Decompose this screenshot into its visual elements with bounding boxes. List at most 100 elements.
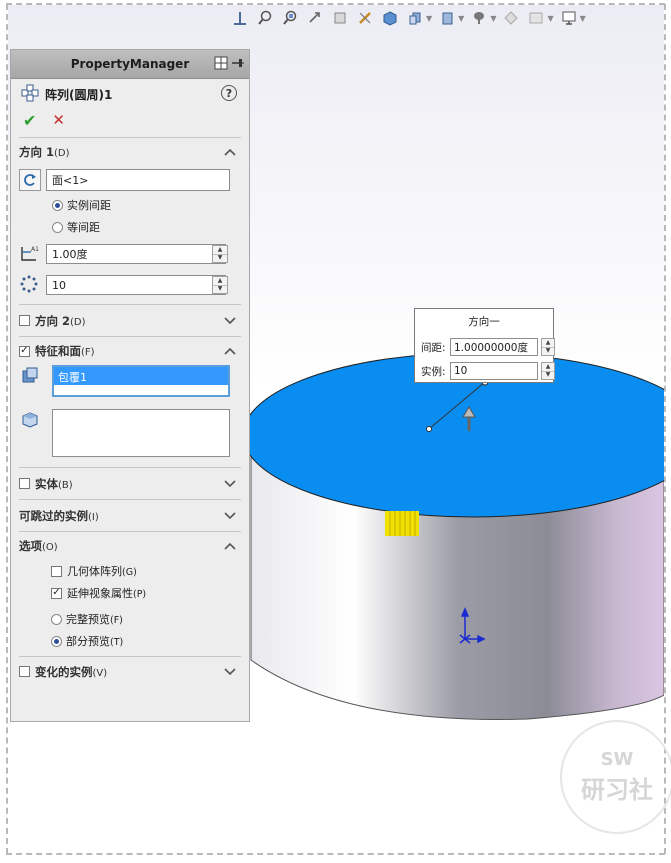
chevron-down-icon[interactable]	[223, 508, 237, 522]
skip-title: 可跳过的实例(I)	[19, 508, 99, 523]
ok-check-icon[interactable]: ✔	[23, 111, 36, 130]
features-header[interactable]: ✓ 特征和面(F)	[19, 337, 241, 365]
dynamic-annotation-icon[interactable]	[355, 8, 375, 28]
varied-header[interactable]: 变化的实例(V)	[19, 657, 241, 686]
features-list[interactable]: 包覆1	[52, 365, 230, 397]
chevron-down-icon[interactable]	[223, 476, 237, 490]
monitor-caret[interactable]: ▼	[580, 14, 586, 23]
chevron-up-icon[interactable]	[223, 145, 237, 159]
skip-header[interactable]: 可跳过的实例(I)	[19, 500, 241, 531]
equal-spacing-radio[interactable]	[52, 221, 63, 233]
hide-show-caret[interactable]: ▼	[458, 14, 464, 23]
varied-title: 变化的实例(V)	[35, 664, 108, 679]
screenshot-frame: ▼ ▼ ▼ ▼ ▼ PropertyManager 阵列(圆周)1 ? ✔ ✕	[0, 0, 671, 863]
panel-split-icon[interactable]	[214, 56, 228, 73]
direction-face-field[interactable]: 面<1>	[46, 169, 230, 191]
torn-edge-left	[6, 4, 8, 854]
monitor-icon[interactable]	[559, 8, 579, 28]
chevron-up-icon[interactable]	[223, 539, 237, 553]
full-preview-radio[interactable]	[51, 613, 62, 625]
instance-spacing-radio[interactable]	[52, 199, 63, 211]
watermark-line2: 研习社	[581, 776, 653, 804]
instance-count-input[interactable]: 10	[46, 275, 226, 295]
bodies-checkbox[interactable]	[19, 478, 30, 489]
callout-spacing-input[interactable]: 1.00000000度	[450, 338, 538, 356]
features-title: 特征和面(F)	[35, 344, 95, 358]
reverse-direction-icon[interactable]	[19, 169, 41, 191]
options-title: 选项(O)	[19, 539, 58, 553]
help-button[interactable]: ?	[221, 85, 237, 101]
direction2-checkbox[interactable]	[19, 315, 30, 326]
chevron-down-icon[interactable]	[223, 664, 237, 678]
partial-preview-option[interactable]: 部分预览(T)	[19, 630, 241, 652]
instance-spacing-option[interactable]: 实例间距	[19, 194, 241, 216]
zoom-area-icon[interactable]	[280, 8, 300, 28]
torn-edge-top	[6, 3, 665, 5]
instance-spacing-label: 实例间距	[67, 199, 111, 212]
chevron-down-icon[interactable]	[223, 313, 237, 327]
panel-header: PropertyManager	[11, 50, 249, 79]
direction1-header[interactable]: 方向 1(D)	[19, 138, 241, 166]
features-faces-icon	[21, 367, 39, 388]
hide-show-icon[interactable]	[437, 8, 457, 28]
bodies-title: 实体(B)	[35, 476, 73, 491]
previous-view-icon[interactable]	[305, 8, 325, 28]
features-list-item[interactable]: 包覆1	[54, 367, 228, 385]
torn-edge-right	[664, 4, 666, 854]
callout-instances-row: 实例: 10 ▲ ▼	[421, 362, 555, 380]
section-view-icon[interactable]	[330, 8, 350, 28]
partial-preview-radio[interactable]	[51, 635, 62, 647]
zoom-to-fit-icon[interactable]	[255, 8, 275, 28]
callout-instances-spinner[interactable]: ▲ ▼	[541, 362, 555, 380]
property-manager-panel: PropertyManager 阵列(圆周)1 ? ✔ ✕ 方向 1(D) 面<…	[10, 49, 250, 722]
view-orient-icon[interactable]	[230, 8, 250, 28]
watermark-line1: SW	[600, 749, 634, 770]
apply-scene-icon[interactable]	[501, 8, 521, 28]
geometry-pattern-label: 几何体阵列(G)	[67, 565, 137, 578]
display-style-icon[interactable]	[405, 8, 425, 28]
feature-title-row: 阵列(圆周)1 ?	[11, 79, 249, 109]
circular-pattern-icon	[21, 84, 39, 105]
edit-appearance-icon[interactable]	[469, 8, 489, 28]
callout-spacing-spinner[interactable]: ▲ ▼	[541, 338, 555, 356]
angle-spinner[interactable]: ▲ ▼	[212, 245, 228, 263]
angle-icon: A1	[19, 243, 39, 266]
direction1-face-row: 面<1>	[19, 166, 241, 194]
pin-icon[interactable]	[231, 56, 245, 73]
torn-edge-bottom	[6, 853, 665, 855]
chevron-up-icon[interactable]	[223, 344, 237, 358]
feature-title: 阵列(圆周)1	[45, 87, 113, 102]
faces-list-row	[19, 409, 241, 467]
geometry-pattern-option[interactable]: 几何体阵列(G)	[19, 560, 241, 582]
equal-spacing-option[interactable]: 等间距	[19, 216, 241, 238]
propagate-visual-checkbox[interactable]: ✓	[51, 587, 62, 599]
direction1-title: 方向 1(D)	[19, 145, 70, 159]
appearance-caret[interactable]: ▼	[490, 14, 496, 23]
count-row: 10 ▲ ▼	[19, 270, 241, 300]
view-orientation-cube-icon[interactable]	[380, 8, 400, 28]
skip-section: 可跳过的实例(I)	[19, 499, 241, 531]
features-checkbox[interactable]: ✓	[19, 345, 30, 357]
view-settings-icon[interactable]	[526, 8, 546, 28]
varied-checkbox[interactable]	[19, 666, 30, 677]
bodies-header[interactable]: 实体(B)	[19, 468, 241, 499]
full-preview-option[interactable]: 完整预览(F)	[19, 608, 241, 630]
angle-input[interactable]: 1.00度	[46, 244, 226, 264]
count-spinner[interactable]: ▲ ▼	[212, 276, 228, 294]
equal-spacing-label: 等间距	[67, 221, 100, 234]
watermark-logo: SW 研习社	[560, 720, 671, 834]
cancel-x-icon[interactable]: ✕	[52, 111, 65, 129]
direction2-header[interactable]: 方向 2(D)	[19, 305, 241, 336]
propagate-visual-option[interactable]: ✓ 延伸视象属性(P)	[19, 582, 241, 604]
geometry-pattern-checkbox[interactable]	[51, 565, 62, 577]
faces-list[interactable]	[52, 409, 230, 457]
callout-spacing-label: 间距:	[421, 341, 446, 354]
callout-instances-input[interactable]: 10	[450, 362, 538, 380]
options-header[interactable]: 选项(O)	[19, 532, 241, 560]
view-settings-caret[interactable]: ▼	[547, 14, 553, 23]
display-style-caret[interactable]: ▼	[426, 14, 432, 23]
leader-end-dot	[426, 426, 432, 432]
bodies-section: 实体(B)	[19, 467, 241, 499]
heads-up-toolbar: ▼ ▼ ▼ ▼ ▼	[230, 6, 586, 30]
svg-text:A1: A1	[31, 246, 39, 253]
